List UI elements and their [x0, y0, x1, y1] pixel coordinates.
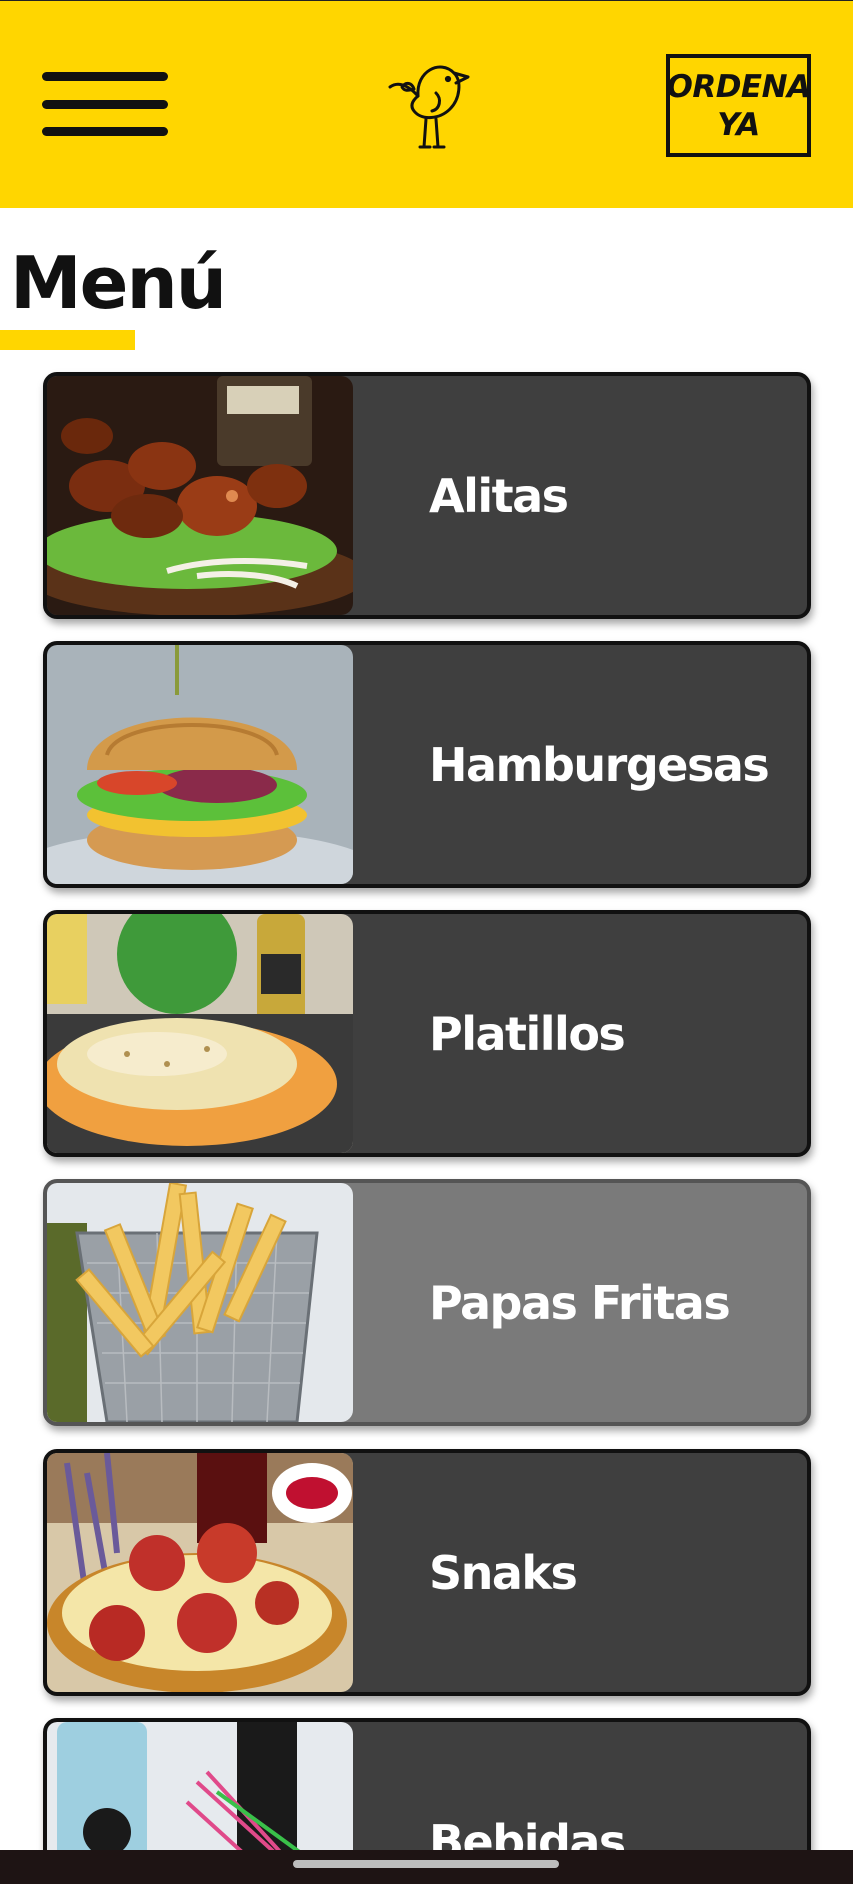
menu-item-papas-fritas[interactable]: Papas Fritas — [43, 1179, 811, 1426]
page-title: Menú — [10, 241, 227, 325]
menu-item-label: Snaks — [429, 1545, 578, 1600]
order-now-button[interactable]: ORDENA YA — [666, 54, 811, 157]
menu-item-hamburgesas[interactable]: Hamburgesas — [43, 641, 811, 888]
french-fries-photo — [47, 1183, 353, 1422]
hamburger-line — [42, 72, 168, 81]
menu-item-snaks[interactable]: Snaks — [43, 1449, 811, 1696]
top-header: ORDENA YA — [0, 0, 853, 208]
title-underline — [0, 330, 135, 350]
menu-item-label: Alitas — [429, 468, 569, 523]
menu-item-label: Papas Fritas — [429, 1275, 731, 1330]
menu-item-alitas[interactable]: Alitas — [43, 372, 811, 619]
hamburger-menu-icon[interactable] — [42, 72, 168, 138]
bird-logo-icon[interactable] — [378, 51, 478, 151]
burrito-platter-photo — [47, 914, 353, 1153]
page: ORDENA YA Menú Alitas Hamburgesas Platil… — [0, 0, 853, 1884]
menu-item-platillos[interactable]: Platillos — [43, 910, 811, 1157]
hamburger-line — [42, 100, 168, 109]
hamburger-line — [42, 127, 168, 136]
menu-item-label: Platillos — [429, 1006, 626, 1061]
menu-item-label: Hamburgesas — [429, 737, 770, 792]
chicken-wings-photo — [47, 376, 353, 615]
home-indicator[interactable] — [293, 1860, 559, 1868]
pepperoni-pizza-photo — [47, 1453, 353, 1692]
burger-photo — [47, 645, 353, 884]
